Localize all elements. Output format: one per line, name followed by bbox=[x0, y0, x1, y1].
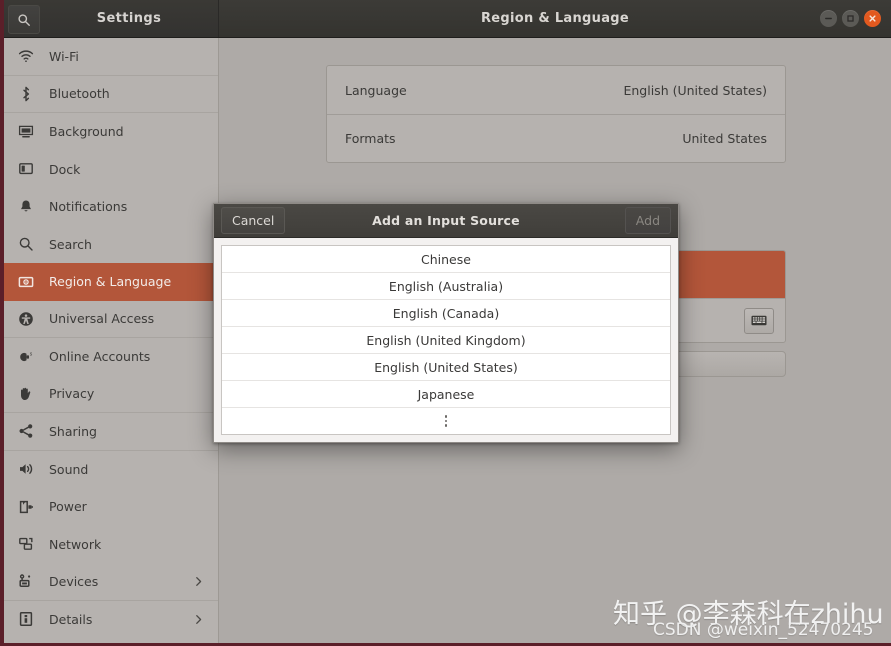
sidebar-item-details[interactable]: Details bbox=[4, 601, 218, 639]
formats-label: Formats bbox=[345, 131, 396, 146]
sidebar-item-privacy[interactable]: Privacy bbox=[4, 376, 218, 413]
sidebar-item-dock[interactable]: Dock bbox=[4, 151, 218, 189]
sidebar-item-sound[interactable]: Sound bbox=[4, 451, 218, 489]
dialog-header: Cancel Add an Input Source Add bbox=[214, 204, 678, 238]
sidebar-item-label: Devices bbox=[49, 573, 99, 589]
sidebar-item-label: Sharing bbox=[49, 423, 97, 439]
sidebar-item-label: Region & Language bbox=[49, 274, 172, 290]
sidebar-item-sharing[interactable]: Sharing bbox=[4, 413, 218, 451]
bluetooth-icon bbox=[18, 86, 38, 102]
sidebar-item-label: Universal Access bbox=[49, 311, 155, 327]
sidebar-item-label: Network bbox=[49, 536, 102, 552]
settings-window: Settings Region & Language Wi-Fi Bluetoot… bbox=[0, 0, 891, 646]
sidebar-header: Settings bbox=[0, 0, 219, 37]
power-icon bbox=[18, 499, 38, 515]
cancel-button[interactable]: Cancel bbox=[221, 207, 286, 234]
close-button[interactable] bbox=[864, 10, 881, 27]
sidebar-item-universal-access[interactable]: Universal Access bbox=[4, 301, 218, 338]
list-item[interactable]: English (Australia) bbox=[222, 273, 670, 300]
universal-access-icon bbox=[18, 311, 38, 327]
wifi-icon bbox=[18, 48, 38, 64]
more-options-icon bbox=[444, 415, 448, 427]
sidebar-item-label: Details bbox=[49, 611, 93, 627]
keyboard-icon bbox=[751, 315, 767, 326]
sidebar-item-label: Notifications bbox=[49, 199, 128, 215]
sidebar-item-power[interactable]: Power bbox=[4, 488, 218, 526]
language-formats-card: Language English (United States) Formats… bbox=[326, 65, 786, 163]
settings-sidebar[interactable]: Wi-Fi Bluetooth Background Dock Notification… bbox=[4, 38, 219, 643]
page-title: Region & Language bbox=[480, 11, 630, 26]
app-title: Settings bbox=[96, 11, 162, 26]
window-left-border bbox=[0, 0, 4, 646]
sidebar-item-label: Search bbox=[49, 236, 92, 252]
background-icon bbox=[18, 124, 38, 140]
add-button[interactable]: Add bbox=[624, 207, 671, 234]
list-item[interactable]: English (Canada) bbox=[222, 300, 670, 327]
search-icon bbox=[18, 236, 38, 252]
search-icon bbox=[17, 13, 31, 27]
minimize-button[interactable] bbox=[820, 10, 837, 27]
sidebar-item-label: Sound bbox=[49, 461, 89, 477]
input-source-list[interactable]: Chinese English (Australia) English (Canad… bbox=[221, 245, 671, 435]
sound-icon bbox=[18, 461, 38, 477]
sidebar-item-online-accounts[interactable]: s Online Accounts bbox=[4, 338, 218, 376]
language-value: English (United States) bbox=[623, 82, 767, 98]
language-label: Language bbox=[345, 82, 407, 98]
privacy-hand-icon bbox=[18, 386, 38, 402]
sidebar-item-label: Online Accounts bbox=[49, 349, 151, 365]
dialog-body: Chinese English (Australia) English (Canad… bbox=[214, 238, 678, 442]
sidebar-item-label: Bluetooth bbox=[49, 86, 110, 102]
keyboard-layout-button[interactable] bbox=[744, 307, 774, 334]
formats-row[interactable]: Formats United States bbox=[327, 114, 785, 162]
devices-icon bbox=[18, 573, 38, 589]
network-icon bbox=[18, 536, 38, 552]
sidebar-item-label: Dock bbox=[49, 161, 81, 177]
search-button[interactable] bbox=[8, 5, 40, 34]
maximize-button[interactable] bbox=[842, 10, 859, 27]
chevron-right-icon bbox=[193, 576, 204, 587]
sidebar-item-region-language[interactable]: Region & Language bbox=[4, 263, 218, 301]
add-input-source-dialog: Cancel Add an Input Source Add Chinese En… bbox=[213, 203, 679, 443]
svg-text:s: s bbox=[30, 351, 33, 357]
dock-icon bbox=[18, 161, 38, 177]
list-item[interactable]: English (United States) bbox=[222, 354, 670, 381]
formats-value: United States bbox=[682, 131, 767, 146]
sidebar-item-wi-fi[interactable]: Wi-Fi bbox=[4, 38, 218, 76]
online-accounts-icon: s bbox=[18, 349, 38, 365]
list-item[interactable]: Japanese bbox=[222, 381, 670, 408]
list-item[interactable]: English (United Kingdom) bbox=[222, 327, 670, 354]
window-controls bbox=[820, 10, 881, 27]
sidebar-item-label: Power bbox=[49, 499, 87, 515]
sidebar-item-search[interactable]: Search bbox=[4, 226, 218, 264]
region-language-icon bbox=[18, 274, 38, 290]
language-row[interactable]: Language English (United States) bbox=[327, 66, 785, 114]
bell-icon bbox=[18, 199, 38, 215]
sidebar-item-background[interactable]: Background bbox=[4, 113, 218, 151]
list-item[interactable]: Chinese bbox=[222, 246, 670, 273]
details-info-icon bbox=[18, 611, 38, 627]
sharing-icon bbox=[18, 423, 38, 439]
sidebar-item-label: Background bbox=[49, 124, 124, 140]
window-titlebar: Settings Region & Language bbox=[0, 0, 891, 38]
sidebar-item-label: Privacy bbox=[49, 386, 95, 402]
more-options-row[interactable] bbox=[222, 408, 670, 434]
sidebar-item-devices[interactable]: Devices bbox=[4, 563, 218, 601]
sidebar-item-bluetooth[interactable]: Bluetooth bbox=[4, 76, 218, 113]
sidebar-item-notifications[interactable]: Notifications bbox=[4, 188, 218, 226]
sidebar-item-network[interactable]: Network bbox=[4, 526, 218, 564]
chevron-right-icon bbox=[193, 614, 204, 625]
sidebar-item-label: Wi-Fi bbox=[49, 48, 79, 64]
